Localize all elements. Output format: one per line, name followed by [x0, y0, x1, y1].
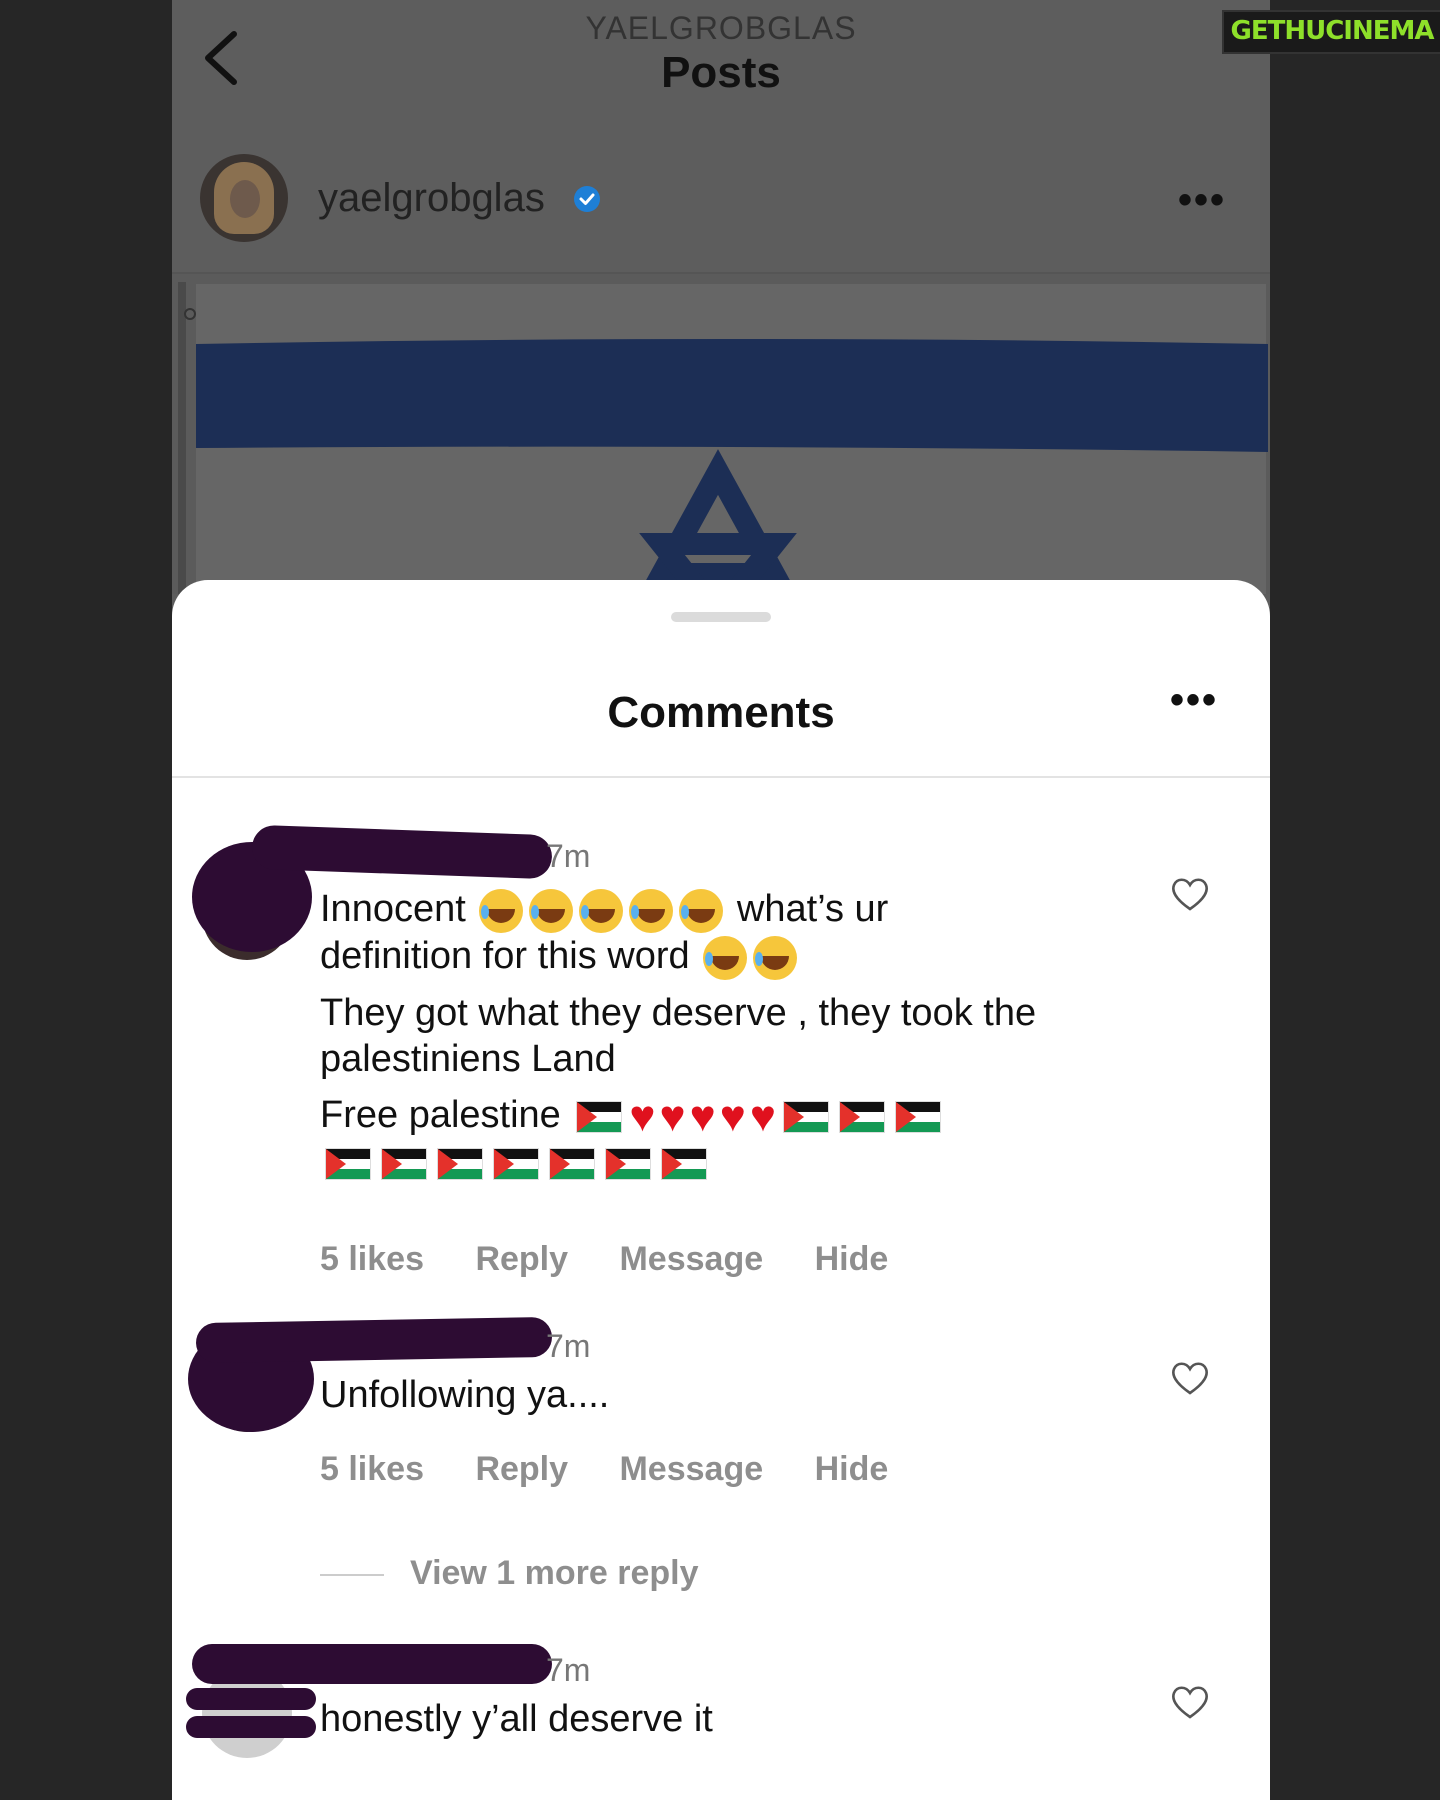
verified-badge-icon	[574, 186, 600, 212]
palestine-flag-icon	[437, 1147, 483, 1180]
redaction-scribble	[186, 1716, 316, 1738]
comment-actions: 5 likes Reply Message Hide	[320, 1450, 930, 1489]
like-heart-icon[interactable]	[1170, 876, 1210, 912]
message-button[interactable]: Message	[619, 1240, 763, 1278]
page-title: Posts	[661, 48, 781, 97]
comment-text: honestly y’all deserve it	[320, 1698, 713, 1740]
like-heart-icon[interactable]	[1170, 1360, 1210, 1396]
laughing-emoji-icon	[579, 888, 624, 933]
comment-timestamp: 7m	[546, 1652, 591, 1688]
redaction-scribble	[195, 1316, 553, 1364]
laughing-emoji-icon	[753, 935, 798, 980]
post-image	[172, 274, 1270, 632]
comment-timestamp: 7m	[546, 1328, 591, 1364]
message-button[interactable]: Message	[619, 1450, 763, 1488]
likes-count[interactable]: 5 likes	[320, 1450, 424, 1488]
palestine-flag-icon	[895, 1100, 941, 1133]
top-navigation-bar: YAELGROBGLAS Posts	[172, 0, 1270, 120]
red-heart-icon: ♥	[629, 1091, 656, 1141]
phone-screen: YAELGROBGLAS Posts yaelgrobglas ••• Comm…	[172, 0, 1270, 1800]
laughing-emoji-icon	[629, 888, 674, 933]
comments-title: Comments	[607, 688, 835, 737]
palestine-flag-icon	[576, 1100, 623, 1133]
laughing-emoji-icon	[479, 888, 524, 933]
red-heart-icon: ♥	[719, 1091, 746, 1141]
red-heart-icon: ♥	[659, 1091, 686, 1141]
watermark-logo: GETHUCINEMA	[1222, 10, 1440, 54]
post-username[interactable]: yaelgrobglas	[318, 176, 545, 221]
comment-text: Innocent what’s ur definition for this w…	[320, 886, 1140, 1195]
account-handle: YAELGROBGLAS	[585, 10, 857, 46]
comment-text-segment: Innocent	[320, 888, 466, 930]
comment-text: Unfollowing ya....	[320, 1374, 610, 1416]
drag-handle[interactable]	[671, 612, 771, 622]
avatar[interactable]	[200, 154, 288, 242]
view-more-replies-label: View 1 more reply	[410, 1554, 699, 1592]
reply-button[interactable]: Reply	[475, 1450, 568, 1488]
hide-button[interactable]: Hide	[815, 1240, 889, 1278]
view-more-replies-button[interactable]: View 1 more reply	[320, 1554, 699, 1593]
redaction-scribble	[186, 1688, 316, 1710]
comment-text-segment: Free palestine	[320, 1093, 561, 1136]
comment-timestamp: 7m	[546, 838, 591, 874]
laughing-emoji-icon	[529, 888, 574, 933]
israel-flag-image	[172, 274, 1270, 632]
hide-button[interactable]: Hide	[815, 1450, 889, 1488]
comment-text-segment: definition for this word	[320, 934, 690, 977]
divider	[172, 776, 1270, 778]
comment-text-segment: palestiniens Land	[320, 1037, 616, 1080]
red-heart-icon: ♥	[689, 1091, 716, 1141]
palestine-flag-icon	[381, 1147, 427, 1180]
like-heart-icon[interactable]	[1170, 1684, 1210, 1720]
comment-actions: 5 likes Reply Message Hide	[320, 1240, 930, 1279]
watermark-text: GETHUCINEMA	[1230, 16, 1435, 46]
palestine-flag-icon	[549, 1147, 595, 1180]
comments-sheet: Comments ••• 7m Innocent what’s ur defin…	[172, 580, 1270, 1800]
likes-count[interactable]: 5 likes	[320, 1240, 424, 1278]
reply-button[interactable]: Reply	[475, 1240, 568, 1278]
palestine-flag-icon	[839, 1100, 885, 1133]
palestine-flag-icon	[493, 1147, 539, 1180]
redaction-scribble	[192, 1644, 552, 1684]
comments-options-button[interactable]: •••	[1170, 678, 1218, 723]
post-options-button[interactable]: •••	[1178, 178, 1226, 223]
comment-text-segment: They got what they deserve , they took t…	[320, 991, 1037, 1034]
laughing-emoji-icon	[703, 935, 748, 980]
reply-thread-line	[320, 1574, 384, 1577]
laughing-emoji-icon	[679, 888, 724, 933]
palestine-flag-icon	[325, 1147, 371, 1180]
comment-text-segment: what’s ur	[736, 888, 889, 930]
palestine-flag-icon	[783, 1100, 829, 1133]
palestine-flag-icon	[661, 1147, 707, 1180]
post-header: yaelgrobglas •••	[172, 132, 1270, 274]
palestine-flag-icon	[605, 1147, 651, 1180]
red-heart-icon: ♥	[749, 1091, 776, 1141]
